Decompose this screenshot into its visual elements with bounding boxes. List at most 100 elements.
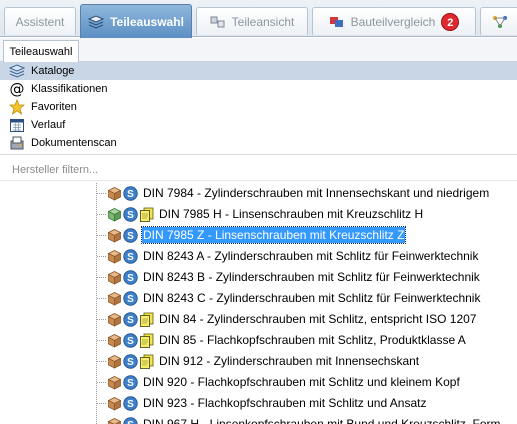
tree-connector [97,361,107,362]
document-icon [140,333,154,348]
tree-item[interactable]: S DIN 8243 C - Zylinderschrauben mit Schl… [0,288,517,309]
nav-label-klassifikationen: Klassifikationen [31,83,108,95]
svg-text:S: S [127,252,134,263]
tree-item-label: DIN 967 H - Linsenkopfschrauben mit Bund… [143,417,501,424]
tree-item[interactable]: S DIN 7984 - Zylinderschrauben mit Innens… [0,183,517,204]
tab-teileansicht-label: Teileansicht [231,14,295,29]
tree-item-label: DIN 912 - Zylinderschrauben mit Innensec… [159,354,420,368]
tree-item-icons: S [107,417,138,424]
svg-text:S: S [127,189,134,200]
tree-item-label: DIN 8243 C - Zylinderschrauben mit Schli… [143,291,481,305]
manufacturer-filter-input[interactable]: Hersteller filtern... [12,164,98,176]
tree-item[interactable]: S DIN 967 H - Linsenkopfschrauben mit Bun… [0,414,517,424]
tab-teileansicht[interactable]: Teileansicht [196,7,308,35]
svg-text:S: S [127,336,134,347]
tree-connector [97,319,107,320]
nav-item-favoriten[interactable]: Favoriten [0,98,517,116]
calendar-icon [9,117,25,133]
tree-item[interactable]: S DIN 912 - Zylinderschrauben mit Innense… [0,351,517,372]
nav-label-dokumentenscan: Dokumentenscan [31,137,117,149]
document-icon [140,207,154,222]
standard-s-icon: S [123,417,138,424]
parts-view-icon [210,15,226,29]
tree-item[interactable]: S DIN 85 - Flachkopfschrauben mit Schlitz… [0,330,517,351]
svg-text:S: S [127,231,134,242]
catalog-icon [8,63,26,79]
tree-item-icons: S [107,375,138,390]
part-box-green-icon [107,208,122,222]
tree-connector [97,256,107,257]
tree-item-label: DIN 8243 A - Zylinderschrauben mit Schli… [143,249,479,263]
part-box-icon [107,313,122,327]
tree-item-icons: S [107,270,138,285]
tree-connector [97,382,107,383]
tree-item-label: DIN 7984 - Zylinderschrauben mit Innense… [143,186,490,200]
part-box-icon [107,418,122,424]
tree-connector [97,277,107,278]
tree-item-icons: S [107,186,138,201]
nav-label-favoriten: Favoriten [31,101,77,113]
catalog-tree: S DIN 7984 - Zylinderschrauben mit Innens… [0,183,517,424]
tree-item[interactable]: S DIN 7985 H - Linsenschrauben mit Kreuzs… [0,204,517,225]
tree-item-label: DIN 7985 Z - Linsenschrauben mit Kreuzsc… [140,226,407,244]
tab-network[interactable] [480,7,517,35]
tree-item-icons: S [107,354,154,369]
navigation-list: Kataloge @ Klassifikationen Favoriten Ve… [0,62,517,152]
tree-item[interactable]: S DIN 920 - Flachkopfschrauben mit Schlit… [0,372,517,393]
standard-s-icon: S [123,312,138,327]
tree-item-label: DIN 8243 B - Zylinderschrauben mit Schli… [143,270,480,284]
tree-item[interactable]: S DIN 7985 Z - Linsenschrauben mit Kreuzs… [0,225,517,246]
tree-item[interactable]: S DIN 8243 B - Zylinderschrauben mit Schl… [0,267,517,288]
part-box-icon [107,292,122,306]
compare-count-badge: 2 [441,12,460,31]
tab-teileauswahl[interactable]: Teileauswahl [80,4,192,38]
nav-item-dokumentenscan[interactable]: Dokumentenscan [0,134,517,152]
main-tab-bar: Assistent Teileauswahl Teileansicht Baut… [0,0,517,38]
tree-item-icons: S [107,312,154,327]
standard-s-icon: S [123,354,138,369]
tree-item-label: DIN 923 - Flachkopfschrauben mit Schlitz… [143,396,427,410]
nav-label-kataloge: Kataloge [31,65,75,77]
standard-s-icon: S [123,291,138,306]
tree-connector [97,340,107,341]
part-box-icon [107,250,122,264]
parts-stack-icon [87,14,105,29]
tree-item[interactable]: S DIN 84 - Zylinderschrauben mit Schlitz,… [0,309,517,330]
standard-s-icon: S [123,333,138,348]
tab-assistent-label: Assistent [15,14,65,29]
part-box-icon [107,271,122,285]
tree-connector [97,214,107,215]
standard-s-icon: S [123,375,138,390]
standard-s-icon: S [123,396,138,411]
document-icon [140,354,154,369]
part-box-icon [107,187,122,201]
tree-item-icons: S [107,291,138,306]
standard-s-icon: S [123,186,138,201]
at-icon: @ [9,80,25,98]
svg-text:S: S [127,357,134,368]
part-box-icon [107,229,122,243]
tree-item[interactable]: S DIN 8243 A - Zylinderschrauben mit Schl… [0,246,517,267]
tree-connector [97,235,107,236]
tree-connector [97,193,107,194]
tab-bauteilvergleich-label: Bauteilvergleich [350,14,436,29]
part-box-icon [107,334,122,348]
nav-item-verlauf[interactable]: Verlauf [0,116,517,134]
divider [0,154,517,155]
nav-item-klassifikationen[interactable]: @ Klassifikationen [0,80,517,98]
tab-bauteilvergleich[interactable]: Bauteilvergleich 2 [312,7,476,35]
tree-item-icons: S [107,396,138,411]
tree-item[interactable]: S DIN 923 - Flachkopfschrauben mit Schlit… [0,393,517,414]
subtab-label: Teileauswahl [9,45,73,58]
tab-assistent[interactable]: Assistent [4,7,76,35]
part-box-icon [107,355,122,369]
standard-s-icon: S [123,228,138,243]
tree-item-icons: S [107,228,138,243]
svg-text:S: S [127,420,134,424]
part-box-icon [107,397,122,411]
svg-text:S: S [127,294,134,305]
svg-text:S: S [127,378,134,389]
nav-item-kataloge[interactable]: Kataloge [0,62,517,80]
star-icon [8,98,26,115]
subtab-teileauswahl[interactable]: Teileauswahl [3,40,79,62]
